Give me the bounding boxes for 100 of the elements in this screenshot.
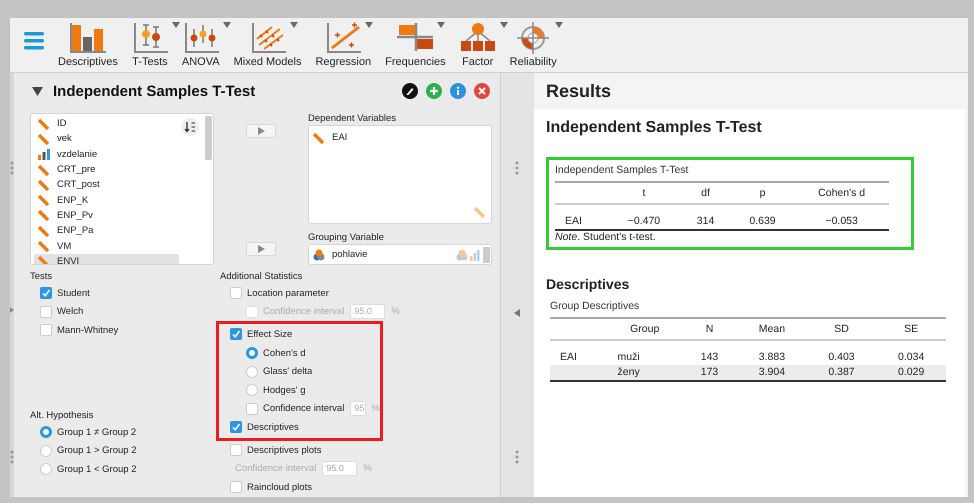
radio-button[interactable] [246,366,258,378]
dropdown-caret-icon[interactable] [437,22,446,28]
variable-item[interactable]: CRT_post [34,177,179,192]
checkbox[interactable] [40,287,52,300]
radio-button[interactable] [40,426,52,438]
bar-chart-icon[interactable] [70,21,106,54]
scatter-plot-icon[interactable] [325,21,362,54]
toolbar-button-label[interactable]: Reliability [510,56,557,68]
dropdown-caret-icon[interactable] [290,22,298,28]
table-cell: 0.387 [806,365,876,381]
collapse-triangle-icon[interactable] [32,86,43,96]
dropdown-caret-icon[interactable] [500,22,508,28]
table-cell: 3.904 [737,365,807,381]
circles-icon [313,248,325,261]
unit-label: % [391,306,400,318]
toolbar-button-label[interactable]: Frequencies [385,56,446,68]
table-cell: 314 [680,204,731,230]
play-triangle-icon[interactable] [258,245,264,253]
menu-icon[interactable] [24,32,44,50]
field-label: Grouping Variable [308,232,385,244]
table-cell: 0.029 [876,365,946,381]
drag-handle-icon[interactable] [10,450,14,464]
drag-handle-icon[interactable] [10,161,14,175]
edit-icon[interactable] [402,83,418,99]
scrollbar[interactable] [205,116,212,160]
error-bar-chart-icon[interactable] [132,21,168,54]
table-title: Group Descriptives [550,300,640,312]
toolbar-button-label[interactable]: ANOVA [182,56,220,68]
column-header: SE [876,318,946,340]
checkbox[interactable] [230,444,242,456]
collapse-arrow-icon[interactable] [514,309,520,317]
table-cell: −0.470 [608,204,680,230]
table-cell: muži [608,340,682,365]
ruler-icon [38,194,50,206]
option-label: Confidence interval [263,403,344,414]
variable-item[interactable]: ENP_Pa [34,223,179,238]
table-cell: 143 [682,340,738,365]
move-button[interactable] [246,124,276,138]
column-header: SD [806,318,876,340]
info-icon[interactable] [450,83,466,99]
grouping-variable-box[interactable]: pohlavie [308,244,492,265]
variable-item[interactable]: CRT_pre [34,162,179,178]
variable-item[interactable]: ENP_K [34,192,179,208]
variable-item[interactable]: vek [34,131,179,147]
toolbar-button-label[interactable]: Regression [315,56,372,68]
add-icon[interactable] [426,83,442,99]
dependent-variables-box[interactable]: EAI [308,125,492,224]
unit-label: % [363,463,372,474]
option-label: Descriptives [247,422,299,433]
section-label: Tests [30,271,54,284]
dropdown-caret-icon[interactable] [555,22,564,28]
toolbar-button-label[interactable]: T-Tests [132,56,168,68]
target-icon[interactable] [515,21,552,54]
variable-item[interactable]: ENP_Pv [34,208,179,224]
checkbox[interactable] [230,481,242,494]
drag-handle-icon[interactable] [515,450,519,464]
dropdown-caret-icon[interactable] [222,22,231,28]
table-cell: 0.403 [806,340,876,365]
error-bar-chart-icon[interactable] [182,21,219,54]
line-chart-icon[interactable] [250,21,286,54]
option-label: Descriptives plots [247,444,322,456]
dropdown-caret-icon[interactable] [172,22,180,28]
dropdown-caret-icon[interactable] [365,22,374,28]
option-label: Group 1 < Group 2 [57,464,136,475]
variable-item[interactable]: ENVI [34,254,179,264]
checkbox[interactable] [230,287,242,300]
toolbar-button-label[interactable]: Factor [462,56,494,68]
variable-item[interactable]: pohlavie [309,247,456,262]
checkbox[interactable] [230,328,242,340]
move-button[interactable] [246,242,276,256]
table-cell: −0.053 [794,204,889,230]
checkbox[interactable] [246,402,258,415]
variable-item[interactable]: ID [34,116,179,132]
checkbox[interactable] [230,421,242,434]
variable-item[interactable]: VM [34,238,179,254]
toolbar-button-label[interactable]: Descriptives [58,56,118,68]
hierarchy-icon[interactable] [460,21,496,54]
radio-button[interactable] [246,384,258,396]
table-icon[interactable] [397,21,434,54]
section-heading: Independent Samples T-Test [546,119,763,137]
option-label: Group 1 ≠ Group 2 [57,426,136,438]
checkbox[interactable] [40,306,52,318]
checkbox[interactable] [40,324,52,336]
expand-arrow-icon[interactable] [10,307,14,313]
close-icon[interactable] [474,83,490,99]
unit-label: % [372,403,380,414]
option-label: Confidence interval [235,463,316,474]
option-label: Student [57,288,90,299]
drag-handle-icon[interactable] [515,161,519,175]
play-triangle-icon[interactable] [258,127,264,135]
scrollbar[interactable] [483,246,490,263]
variable-item[interactable]: vzdelanie [34,146,179,162]
radio-button[interactable] [246,347,258,360]
radio-button[interactable] [40,444,52,457]
toolbar-button-label[interactable]: Mixed Models [234,56,302,68]
variable-item[interactable]: EAI [309,130,491,146]
sort-icon[interactable] [181,118,199,136]
ruler-icon [38,255,50,264]
section-label: Additional Statistics [220,271,304,284]
radio-button[interactable] [40,463,52,476]
